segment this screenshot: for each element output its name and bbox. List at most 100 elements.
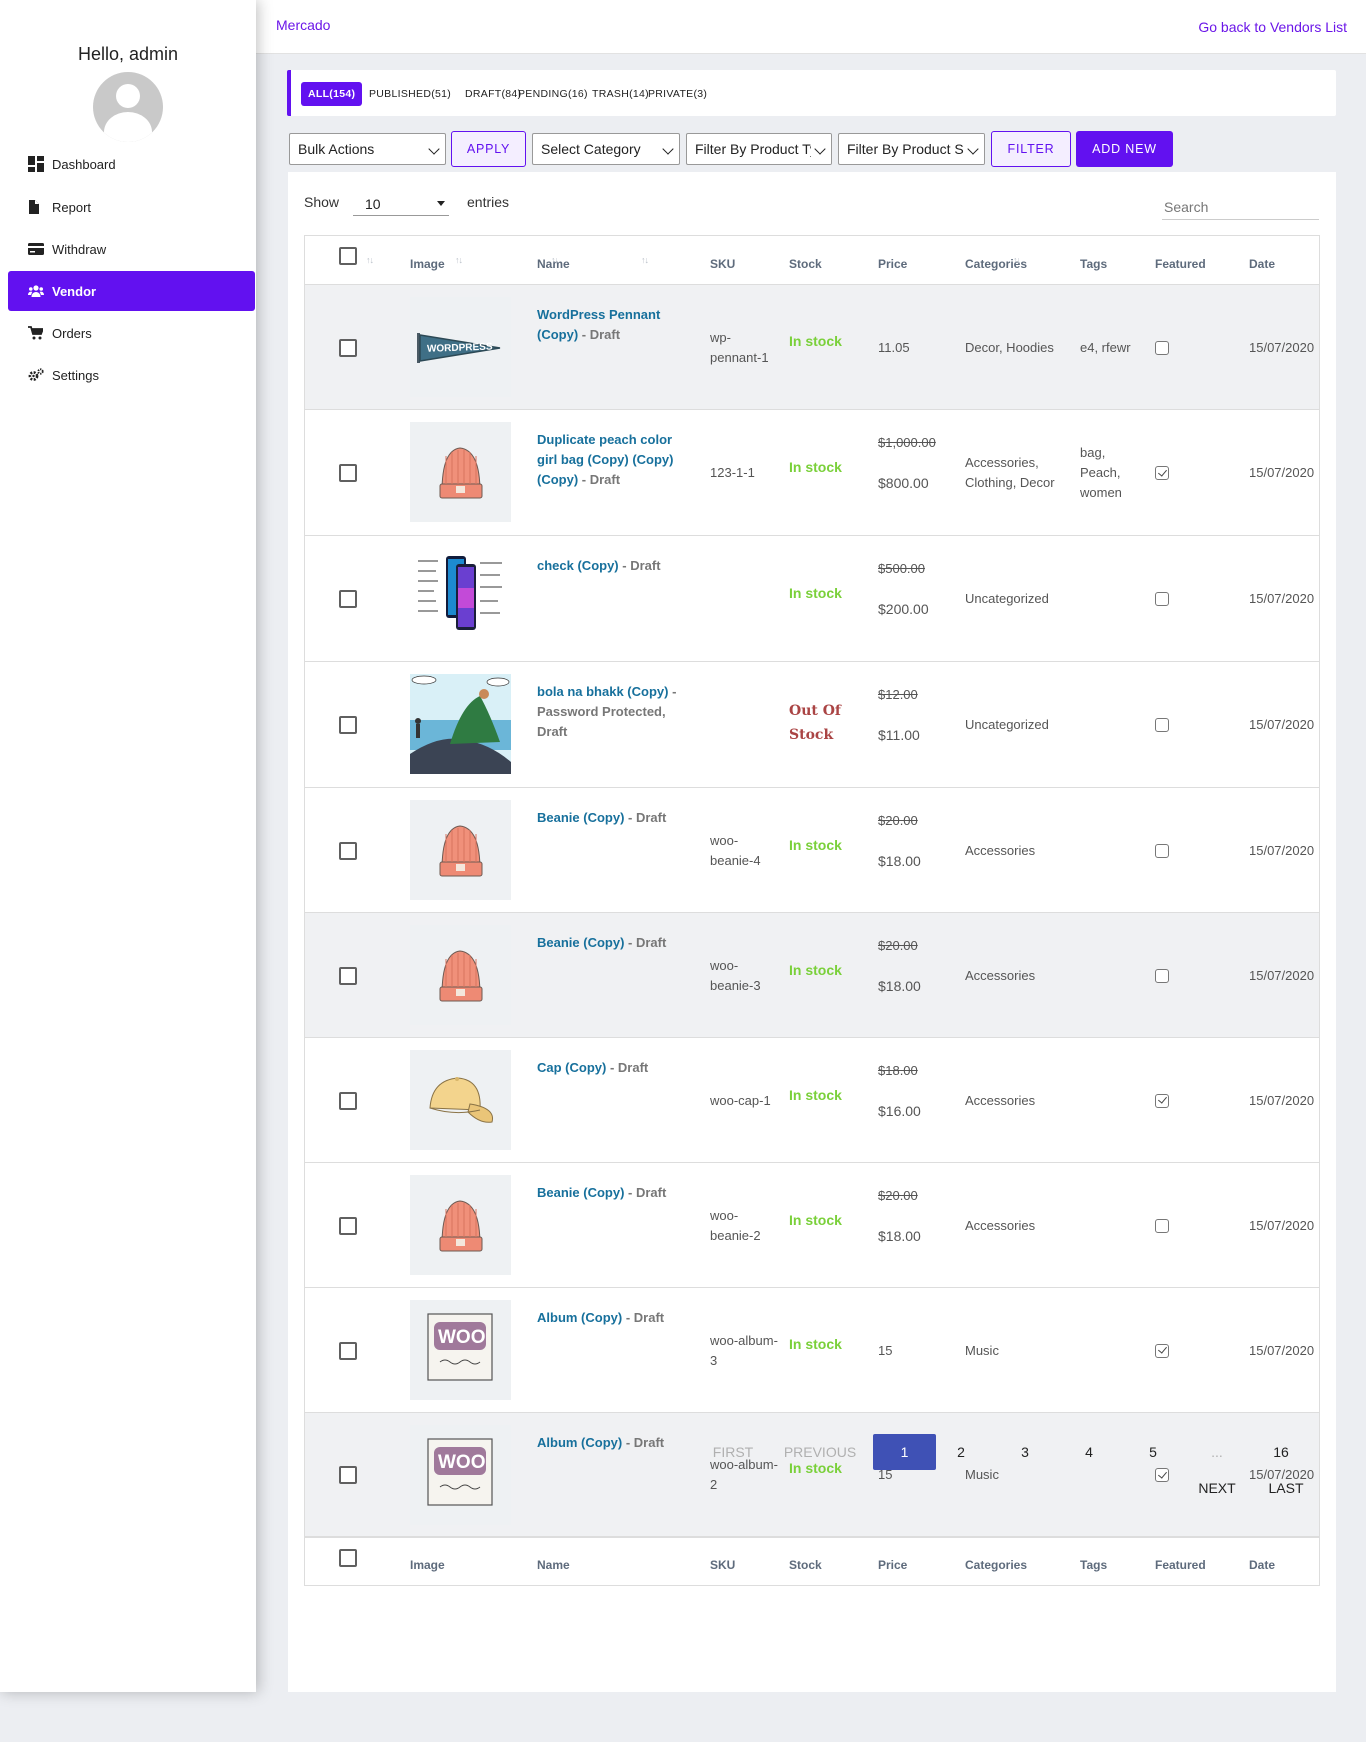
sidebar-item-dashboard[interactable]: Dashboard (8, 144, 255, 184)
row-checkbox[interactable] (339, 1216, 357, 1235)
sort-arrows-icon[interactable]: ↑↓ (455, 255, 463, 265)
page-3-button[interactable]: 3 (1000, 1434, 1050, 1470)
row-checkbox[interactable] (339, 1466, 357, 1484)
page-5-button[interactable]: 5 (1128, 1434, 1178, 1470)
last-page-button[interactable]: LAST (1261, 1470, 1311, 1506)
sidebar-item-settings[interactable]: Settings (8, 355, 255, 395)
product-thumbnail[interactable]: WORDPRESS (410, 297, 511, 397)
sidebar-item-vendor[interactable]: Vendor (8, 271, 255, 311)
column-header-date[interactable]: Date (1249, 257, 1275, 271)
sort-arrows-icon[interactable]: ↑↓ (641, 255, 649, 265)
previous-page-button[interactable]: PREVIOUS (775, 1434, 865, 1470)
product-thumbnail[interactable] (410, 1050, 511, 1150)
page-1-button[interactable]: 1 (873, 1434, 936, 1470)
featured-checkbox[interactable] (1155, 1343, 1169, 1358)
next-page-button[interactable]: NEXT (1192, 1470, 1242, 1506)
row-checkbox[interactable] (339, 966, 357, 985)
entries-select[interactable]: 10 (353, 188, 449, 216)
sidebar-item-label: Vendor (52, 283, 97, 299)
select-all-checkbox[interactable] (339, 1549, 357, 1567)
product-date: 15/07/2020 (1249, 842, 1315, 858)
product-status: - Draft (618, 558, 661, 573)
product-categories: Music (965, 1342, 999, 1358)
product-name-link[interactable]: Beanie (Copy) (537, 810, 624, 825)
file-icon (28, 199, 44, 215)
sale-price: $800.00 (878, 475, 929, 491)
product-status: - Draft (622, 1435, 665, 1450)
brand-link[interactable]: Mercado (276, 17, 330, 33)
column-header-sku[interactable]: SKU (710, 257, 735, 271)
tab-all[interactable]: ALL(154) (301, 82, 363, 106)
category-value: Select Category (541, 141, 641, 157)
tab-private[interactable]: PRIVATE(3) (648, 82, 707, 106)
product-thumbnail[interactable] (410, 422, 511, 522)
sale-price: $18.00 (878, 977, 921, 994)
product-name-link[interactable]: Album (Copy) (537, 1310, 622, 1325)
product-name-link[interactable]: check (Copy) (537, 558, 619, 573)
featured-checkbox[interactable] (1155, 340, 1169, 355)
sidebar-item-withdraw[interactable]: Withdraw (8, 229, 255, 269)
tab-published[interactable]: PUBLISHED(51) (369, 82, 451, 106)
svg-text:WORDPRESS: WORDPRESS (427, 342, 493, 355)
product-name-link[interactable]: bola na bhakk (Copy) (537, 684, 668, 699)
column-header-tags[interactable]: Tags (1080, 257, 1107, 271)
product-thumbnail[interactable] (410, 800, 511, 900)
product-thumbnail[interactable]: WOO (410, 1300, 511, 1400)
product-status: - Draft (624, 1185, 667, 1200)
product-thumbnail[interactable] (410, 548, 511, 648)
column-header-featured[interactable]: Featured (1155, 257, 1206, 271)
product-type-select[interactable]: Filter By Product Type (686, 133, 832, 165)
tab-pending[interactable]: PENDING(16) (518, 82, 588, 106)
sort-arrows-icon[interactable]: ↑↓ (1013, 255, 1021, 265)
featured-checkbox[interactable] (1155, 592, 1169, 606)
select-all-checkbox[interactable] (339, 247, 357, 265)
page-4-button[interactable]: 4 (1064, 1434, 1114, 1470)
row-checkbox[interactable] (339, 1091, 357, 1110)
featured-checkbox[interactable] (1155, 1093, 1169, 1108)
featured-checkbox[interactable] (1155, 1468, 1169, 1482)
featured-checkbox[interactable] (1155, 718, 1169, 732)
back-to-vendors-link[interactable]: Go back to Vendors List (1198, 19, 1347, 35)
product-name-link[interactable]: Beanie (Copy) (537, 935, 624, 950)
product-stock-select[interactable]: Filter By Product Stock (838, 133, 985, 165)
product-name-link[interactable]: Cap (Copy) (537, 1060, 606, 1075)
tab-trash[interactable]: TRASH(14) (592, 82, 649, 106)
column-header-image[interactable]: Image (410, 257, 445, 271)
sort-arrows-icon[interactable]: ↑↓ (366, 255, 374, 265)
sidebar-item-orders[interactable]: Orders (8, 313, 255, 353)
add-new-button[interactable]: ADD NEW (1076, 131, 1173, 167)
page-2-button[interactable]: 2 (936, 1434, 986, 1470)
product-categories: Uncategorized (965, 717, 1049, 732)
apply-button[interactable]: APPLY (451, 131, 526, 167)
featured-checkbox[interactable] (1155, 1218, 1169, 1233)
product-thumbnail[interactable] (410, 925, 511, 1025)
tab-draft[interactable]: DRAFT(84) (465, 82, 521, 106)
featured-checkbox[interactable] (1155, 843, 1169, 858)
featured-checkbox[interactable] (1155, 466, 1169, 480)
bulk-actions-select[interactable]: Bulk Actions (289, 133, 446, 165)
stock-status: In stock (789, 1211, 842, 1228)
first-page-button[interactable]: FIRST (693, 1434, 773, 1470)
product-name-link[interactable]: Album (Copy) (537, 1435, 622, 1450)
product-thumbnail[interactable] (410, 674, 511, 774)
table-row: Beanie (Copy) - Draft woo-beanie-4 In stoc… (305, 788, 1319, 913)
column-header-price[interactable]: Price (878, 257, 907, 271)
filter-button[interactable]: FILTER (991, 131, 1071, 167)
sidebar-item-report[interactable]: Report (8, 187, 255, 227)
row-checkbox[interactable] (339, 338, 357, 357)
search-input[interactable] (1162, 190, 1319, 220)
stock-status: In stock (789, 961, 842, 978)
page-16-button[interactable]: 16 (1256, 1434, 1306, 1470)
row-checkbox[interactable] (339, 1341, 357, 1360)
category-select[interactable]: Select Category (532, 133, 680, 165)
row-checkbox[interactable] (339, 590, 357, 608)
featured-checkbox[interactable] (1155, 968, 1169, 983)
column-header-stock[interactable]: Stock (789, 257, 822, 271)
row-checkbox[interactable] (339, 716, 357, 734)
product-thumbnail[interactable]: WOO (410, 1425, 511, 1525)
sort-arrows-icon[interactable]: ↑↓ (551, 255, 559, 265)
product-thumbnail[interactable] (410, 1175, 511, 1275)
row-checkbox[interactable] (339, 841, 357, 860)
row-checkbox[interactable] (339, 464, 357, 482)
product-name-link[interactable]: Beanie (Copy) (537, 1185, 624, 1200)
